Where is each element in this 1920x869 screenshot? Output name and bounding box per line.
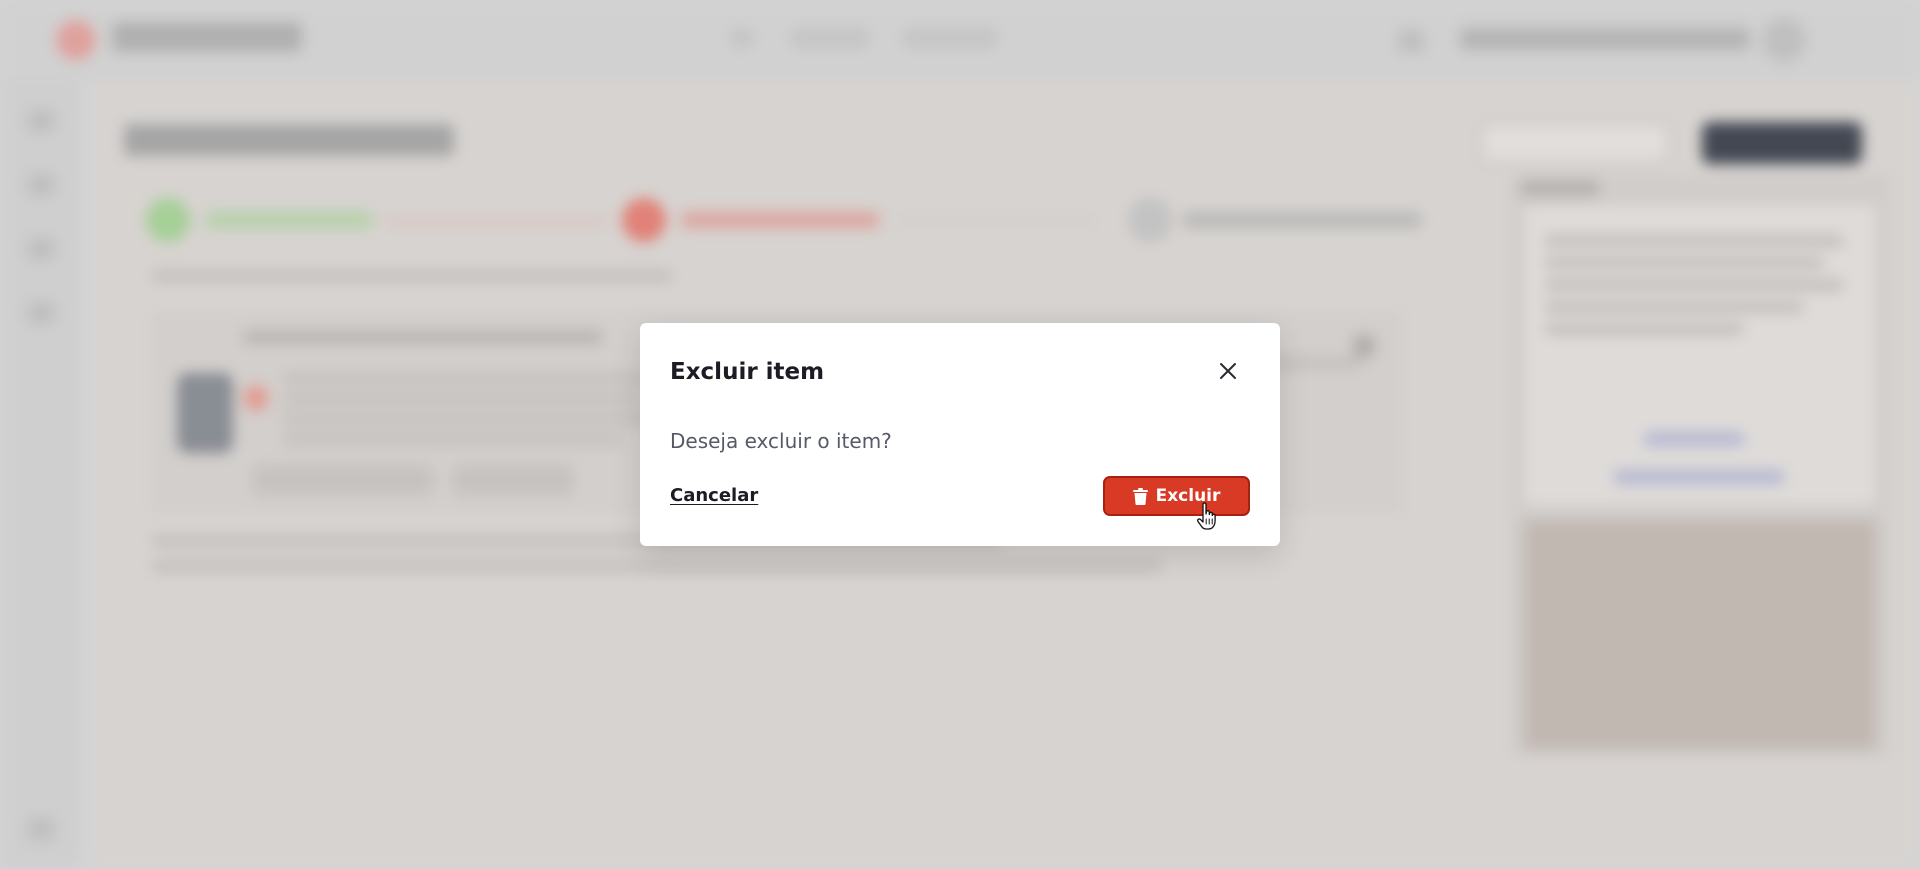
close-button[interactable] <box>1208 351 1248 391</box>
delete-button[interactable]: Excluir <box>1103 476 1250 516</box>
delete-button-label: Excluir <box>1155 486 1221 506</box>
trash-icon <box>1132 487 1148 505</box>
cancel-button[interactable]: Cancelar <box>670 485 758 506</box>
close-icon <box>1220 363 1236 379</box>
dialog-message: Deseja excluir o item? <box>670 429 892 453</box>
dialog-title: Excluir item <box>670 359 825 385</box>
delete-item-dialog: Excluir item Deseja excluir o item? Canc… <box>640 323 1280 546</box>
